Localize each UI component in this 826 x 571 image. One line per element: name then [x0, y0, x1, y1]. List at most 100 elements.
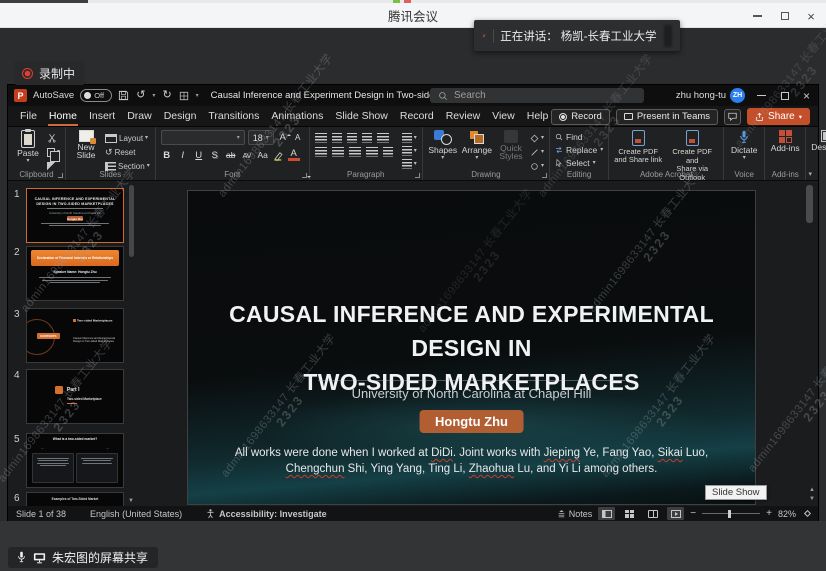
font-dialog-launcher[interactable] — [302, 173, 307, 178]
tab-review[interactable]: Review — [440, 106, 486, 126]
normal-view-button[interactable] — [598, 507, 615, 520]
slide-thumbnail-3[interactable]: CONTENTS Two-sided Marketplaces Causal I… — [26, 308, 124, 363]
increase-indent-icon[interactable] — [362, 133, 372, 143]
change-case-button[interactable]: Aa — [257, 149, 269, 161]
redo-button[interactable]: ↻ — [162, 90, 171, 101]
font-name-combo[interactable]: ▾ — [161, 130, 245, 145]
increase-font-button[interactable]: A — [277, 132, 289, 144]
cut-button[interactable] — [47, 133, 60, 143]
decrease-indent-icon[interactable] — [347, 133, 357, 143]
comments-button[interactable] — [724, 109, 741, 125]
slide-title[interactable]: CAUSAL INFERENCE AND EXPERIMENTAL DESIGN… — [188, 297, 755, 399]
tab-draw[interactable]: Draw — [121, 106, 158, 126]
tab-insert[interactable]: Insert — [83, 106, 121, 126]
bullets-icon[interactable] — [315, 133, 327, 143]
slide-canvas[interactable]: CAUSAL INFERENCE AND EXPERIMENTAL DESIGN… — [187, 190, 756, 505]
ppt-maximize-button[interactable] — [776, 87, 793, 104]
meeting-maximize-button[interactable] — [776, 7, 794, 25]
share-button[interactable]: Share ▾ — [747, 108, 810, 125]
slide-sorter-view-button[interactable] — [621, 507, 638, 520]
addins-button[interactable]: Add-ins — [770, 130, 800, 153]
layout-button[interactable]: Layout▾ — [105, 133, 150, 143]
language-indicator[interactable]: English (United States) — [90, 509, 182, 519]
decrease-font-button[interactable]: A — [292, 132, 304, 144]
zoom-in-button[interactable]: + — [766, 508, 772, 519]
font-size-combo[interactable]: 18▾ — [248, 130, 274, 145]
create-pdf-share-link-button[interactable]: Create PDF and Share link — [614, 130, 662, 164]
zoom-slider-thumb[interactable] — [728, 510, 731, 518]
slide-affiliation[interactable]: University of North Carolina at Chapel H… — [188, 386, 755, 401]
columns-icon[interactable] — [383, 147, 393, 157]
font-color-button[interactable]: A — [288, 149, 300, 161]
tab-help[interactable]: Help — [521, 106, 555, 126]
autosave-toggle[interactable]: Off — [80, 89, 112, 102]
slide-show-button[interactable] — [667, 507, 684, 520]
text-shadow-button[interactable]: S — [209, 149, 221, 161]
zoom-slider[interactable] — [702, 513, 760, 514]
tab-transitions[interactable]: Transitions — [202, 106, 265, 126]
italic-button[interactable]: I — [177, 149, 189, 161]
collapse-ribbon-button[interactable]: ▾ — [808, 170, 812, 178]
slide-thumbnail-6[interactable]: Examples of Two-Sided Market — [26, 492, 124, 506]
tab-animations[interactable]: Animations — [265, 106, 329, 126]
slide-thumbnail-1[interactable]: CAUSAL INFERENCE AND EXPERIMENTAL DESIGN… — [26, 188, 124, 243]
slide-author-pill[interactable]: Hongtu Zhu — [419, 410, 524, 433]
vertical-scrollbar[interactable] — [806, 185, 813, 223]
shape-outline-button[interactable]: ▾ — [530, 147, 544, 157]
bold-button[interactable]: B — [161, 149, 173, 161]
thumbnail-scroll-down-icon[interactable]: ▼ — [128, 498, 134, 504]
qat-caret-icon[interactable]: ▾ — [196, 92, 199, 99]
numbering-icon[interactable] — [332, 133, 342, 143]
designer-button[interactable]: Designer — [811, 130, 826, 152]
notes-button[interactable]: Notes — [557, 509, 593, 519]
align-center-icon[interactable] — [332, 147, 344, 157]
shape-fill-button[interactable]: ▾ — [530, 133, 544, 143]
slide-credits[interactable]: All works were done when I worked at DiD… — [225, 445, 719, 477]
meeting-close-button[interactable]: × — [802, 7, 820, 25]
highlight-pen-icon[interactable] — [273, 150, 284, 161]
strikethrough-button[interactable]: ab — [225, 149, 237, 161]
zoom-level[interactable]: 82% — [778, 509, 796, 519]
user-name[interactable]: zhu hong-tu — [676, 90, 726, 101]
fit-to-window-icon[interactable] — [802, 509, 812, 519]
meeting-minimize-button[interactable] — [748, 7, 766, 25]
line-spacing-icon[interactable] — [377, 133, 389, 143]
new-slide-button[interactable]: New Slide — [71, 130, 101, 160]
reading-view-button[interactable] — [644, 507, 661, 520]
convert-smartart-button[interactable]: ▾ — [402, 159, 417, 169]
drawing-dialog-launcher[interactable] — [542, 173, 547, 178]
search-box[interactable]: Search — [430, 88, 644, 103]
replace-button[interactable]: Replace▾ — [555, 145, 603, 155]
character-spacing-button[interactable]: AV — [241, 149, 253, 161]
tab-file[interactable]: File — [14, 106, 43, 126]
find-button[interactable]: Find — [555, 132, 603, 142]
undo-caret-icon[interactable]: ▾ — [152, 92, 155, 99]
underline-button[interactable]: U — [193, 149, 205, 161]
align-right-icon[interactable] — [349, 147, 361, 157]
tab-record[interactable]: Record — [394, 106, 440, 126]
align-text-button[interactable]: ▾ — [402, 146, 417, 156]
record-button[interactable]: Record — [551, 109, 610, 125]
user-avatar[interactable]: ZH — [730, 88, 745, 103]
arrange-button[interactable]: Arrange ▾ — [462, 130, 492, 160]
justify-icon[interactable] — [366, 147, 378, 157]
paste-button[interactable]: Paste ▾ — [13, 130, 43, 163]
undo-button[interactable]: ↺ — [136, 90, 145, 101]
slide-thumbnail-2[interactable]: Declaration of Financial Interests or Re… — [26, 246, 124, 301]
text-direction-button[interactable]: ▾ — [402, 133, 417, 143]
ppt-minimize-button[interactable] — [753, 87, 770, 104]
previous-slide-button[interactable]: ▲ — [809, 487, 815, 493]
accessibility-status[interactable]: Accessibility: Investigate — [206, 509, 327, 519]
tab-view[interactable]: View — [486, 106, 521, 126]
slide-thumbnail-5[interactable]: What is a two-sided market? — — — [26, 433, 124, 488]
save-icon[interactable] — [118, 90, 129, 101]
tab-slide-show[interactable]: Slide Show — [329, 106, 394, 126]
clipboard-dialog-launcher[interactable] — [58, 173, 63, 178]
shapes-button[interactable]: Shapes ▾ — [428, 130, 458, 160]
present-in-teams-button[interactable]: Present in Teams — [616, 109, 718, 125]
paragraph-dialog-launcher[interactable] — [415, 173, 420, 178]
thumbnail-scrollbar[interactable] — [129, 185, 134, 257]
ppt-close-button[interactable]: × — [798, 87, 815, 104]
copy-button[interactable]: ▾ — [47, 147, 60, 157]
next-slide-button[interactable]: ▼ — [809, 496, 815, 502]
